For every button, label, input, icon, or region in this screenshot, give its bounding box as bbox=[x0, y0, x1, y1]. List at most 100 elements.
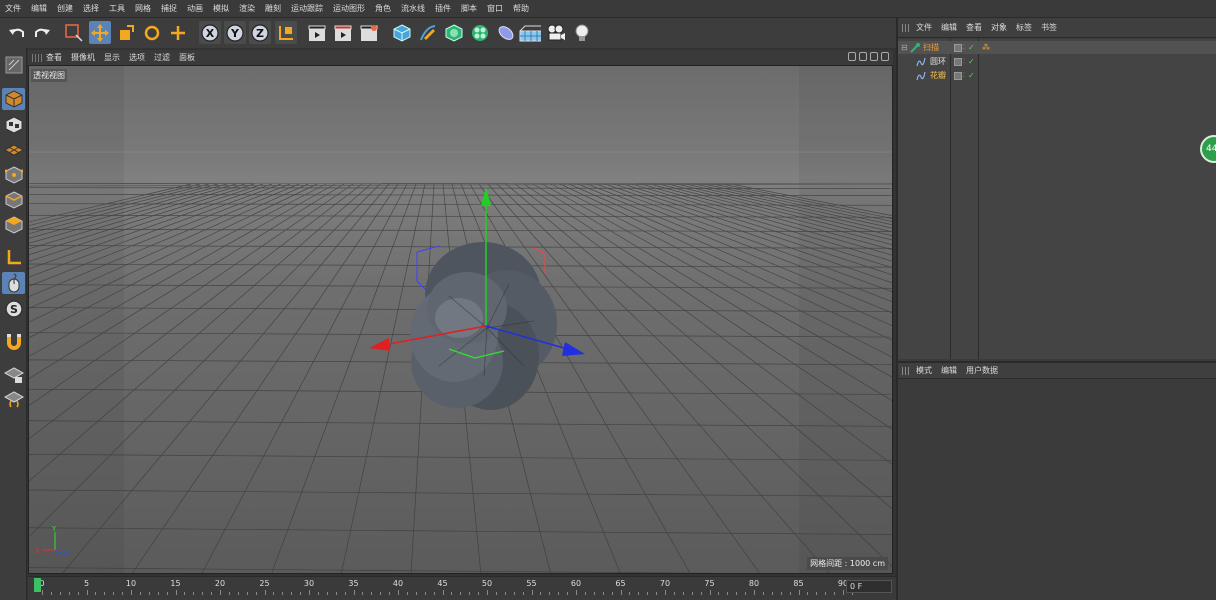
camera-button[interactable] bbox=[545, 21, 567, 44]
menu-item-18[interactable]: 帮助 bbox=[513, 3, 529, 14]
menu-item-5[interactable]: 网格 bbox=[135, 3, 151, 14]
viewport-menu-item-2[interactable]: 显示 bbox=[104, 52, 120, 63]
attribute-manager-menu-item-1[interactable]: 编辑 bbox=[941, 365, 957, 376]
mode-toolbar: S bbox=[0, 48, 27, 600]
object-manager-menu-item-5[interactable]: 书签 bbox=[1041, 22, 1057, 33]
timeline-playhead[interactable] bbox=[34, 578, 41, 592]
floor-button[interactable] bbox=[519, 21, 541, 44]
menu-item-17[interactable]: 窗口 bbox=[487, 3, 503, 14]
coordinate-system-button[interactable] bbox=[275, 21, 297, 44]
menu-item-10[interactable]: 雕刻 bbox=[265, 3, 281, 14]
edges-mode-button[interactable] bbox=[2, 189, 25, 211]
light-button[interactable] bbox=[571, 21, 593, 44]
attribute-manager-menu-item-2[interactable]: 用户数据 bbox=[966, 365, 998, 376]
workplane-grid-icon bbox=[3, 144, 24, 156]
menu-item-15[interactable]: 插件 bbox=[435, 3, 451, 14]
polygons-mode-button[interactable] bbox=[2, 214, 25, 236]
menu-item-11[interactable]: 运动跟踪 bbox=[291, 3, 323, 14]
menu-item-12[interactable]: 运动图形 bbox=[333, 3, 365, 14]
menu-item-14[interactable]: 流水线 bbox=[401, 3, 425, 14]
menu-item-8[interactable]: 模拟 bbox=[213, 3, 229, 14]
tweak-mode-button[interactable] bbox=[2, 272, 25, 294]
subdivision-surface-button[interactable] bbox=[443, 21, 465, 44]
menu-item-0[interactable]: 文件 bbox=[5, 3, 21, 14]
z-axis-lock-button[interactable]: Z bbox=[249, 21, 271, 44]
tag-icon[interactable]: ⁂ bbox=[982, 43, 990, 52]
rotate-view-icon[interactable] bbox=[870, 52, 878, 61]
redo-button[interactable] bbox=[31, 21, 53, 44]
axis-mode-button[interactable] bbox=[2, 246, 25, 268]
pen-spline-button[interactable] bbox=[417, 21, 439, 44]
x-axis-lock-button[interactable]: X bbox=[199, 21, 221, 44]
object-manager-menu-item-0[interactable]: 文件 bbox=[916, 22, 932, 33]
object-row-sweep[interactable]: ⊟ 扫描 ⁚ ✓ ⁂ bbox=[898, 41, 1216, 54]
object-manager-menu-item-1[interactable]: 编辑 bbox=[941, 22, 957, 33]
workplane-mode-button[interactable] bbox=[2, 138, 25, 160]
cloner-button[interactable] bbox=[469, 21, 491, 44]
menu-item-13[interactable]: 角色 bbox=[375, 3, 391, 14]
y-axis-lock-button[interactable]: Y bbox=[224, 21, 246, 44]
current-frame-field[interactable]: 0 F bbox=[846, 580, 892, 593]
collapse-icon[interactable]: ⊟ bbox=[901, 43, 908, 52]
render-to-picture-viewer-button[interactable] bbox=[332, 21, 354, 44]
magnet-button[interactable] bbox=[2, 331, 25, 353]
lock-workplane-button[interactable] bbox=[2, 364, 25, 386]
viewport-menu-item-0[interactable]: 查看 bbox=[46, 52, 62, 63]
object-row-circle[interactable]: 圆环 ⁚ ✓ bbox=[898, 55, 1216, 68]
deformer-button[interactable] bbox=[495, 21, 517, 44]
move-tool[interactable] bbox=[89, 21, 111, 44]
rotate-tool[interactable] bbox=[141, 21, 163, 44]
cube-object-button[interactable] bbox=[391, 21, 413, 44]
attribute-manager-menu-item-0[interactable]: 模式 bbox=[916, 365, 932, 376]
menu-item-6[interactable]: 捕捉 bbox=[161, 3, 177, 14]
scale-tool[interactable] bbox=[115, 21, 137, 44]
object-row-petal[interactable]: 花瓣 ⁚ ✓ bbox=[898, 69, 1216, 82]
object-manager-menu-item-2[interactable]: 查看 bbox=[966, 22, 982, 33]
enabled-check-icon[interactable]: ✓ bbox=[968, 57, 975, 66]
z-axis-handle[interactable] bbox=[562, 342, 585, 356]
menu-item-4[interactable]: 工具 bbox=[109, 3, 125, 14]
zoom-view-icon[interactable] bbox=[859, 52, 867, 61]
timeline-tick bbox=[371, 592, 373, 595]
menu-item-9[interactable]: 渲染 bbox=[239, 3, 255, 14]
menu-item-7[interactable]: 动画 bbox=[187, 3, 203, 14]
render-view-button[interactable] bbox=[306, 21, 328, 44]
enabled-check-icon[interactable]: ✓ bbox=[968, 71, 975, 80]
texture-mode-button[interactable] bbox=[2, 114, 25, 136]
enabled-check-icon[interactable]: ✓ bbox=[968, 43, 975, 52]
x-axis-handle[interactable] bbox=[369, 338, 390, 351]
menu-item-1[interactable]: 编辑 bbox=[31, 3, 47, 14]
toggle-view-icon[interactable] bbox=[881, 52, 889, 61]
snap-button[interactable]: S bbox=[2, 298, 25, 320]
timeline-tick-label: 45 bbox=[437, 579, 448, 588]
menu-item-16[interactable]: 脚本 bbox=[461, 3, 477, 14]
drag-grip-icon[interactable] bbox=[902, 23, 910, 32]
viewport-menu-item-3[interactable]: 选项 bbox=[129, 52, 145, 63]
viewport-menu-item-5[interactable]: 面板 bbox=[179, 52, 195, 63]
drag-grip-icon[interactable] bbox=[902, 366, 910, 375]
visibility-dots-icon[interactable]: ⁚ bbox=[963, 58, 965, 65]
undo-button[interactable] bbox=[6, 21, 28, 44]
live-selection-tool[interactable] bbox=[63, 21, 85, 44]
drag-grip-icon[interactable] bbox=[32, 53, 42, 62]
viewport-menu-item-4[interactable]: 过滤 bbox=[154, 52, 170, 63]
last-tool[interactable] bbox=[167, 21, 189, 44]
object-manager-menu-item-4[interactable]: 标签 bbox=[1016, 22, 1032, 33]
visibility-dots-icon[interactable]: ⁚ bbox=[963, 72, 965, 79]
perspective-viewport[interactable]: Y X Z 透视视图 网格间距 : 1000 cm bbox=[28, 65, 893, 574]
object-manager-menu-item-3[interactable]: 对象 bbox=[991, 22, 1007, 33]
menu-item-3[interactable]: 选择 bbox=[83, 3, 99, 14]
timeline-tick bbox=[451, 592, 453, 595]
points-mode-button[interactable] bbox=[2, 164, 25, 186]
timeline-ruler[interactable]: 0 5 10 15 20 25 30 35 40 45 50 55 60 65 70 75 80 85 90 bbox=[34, 577, 853, 595]
menu-item-2[interactable]: 创建 bbox=[57, 3, 73, 14]
planar-workplane-button[interactable] bbox=[2, 388, 25, 410]
model-mode-button[interactable] bbox=[2, 88, 25, 110]
move-view-icon[interactable] bbox=[848, 52, 856, 61]
visibility-dots-icon[interactable]: ⁚ bbox=[963, 44, 965, 51]
render-settings-button[interactable] bbox=[358, 21, 380, 44]
timeline-tick bbox=[95, 592, 97, 595]
y-axis-handle[interactable] bbox=[481, 187, 491, 206]
make-editable-button[interactable] bbox=[2, 54, 25, 76]
viewport-menu-item-1[interactable]: 摄像机 bbox=[71, 52, 95, 63]
